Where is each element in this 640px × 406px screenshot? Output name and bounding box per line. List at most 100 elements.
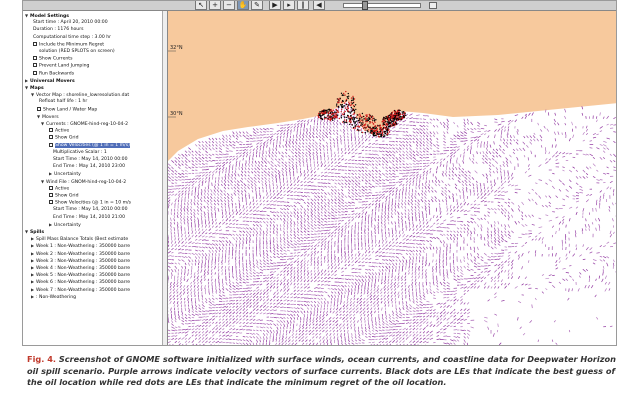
panel-row[interactable]: ▶ Week 7 : Non-Weathering : 350000 barre: [31, 287, 130, 293]
panel-row[interactable]: ▼ Currents : GNOME-hind-reg-10-04-2: [41, 121, 128, 127]
panel-row[interactable]: ▼ Movers: [37, 114, 59, 120]
slider-thumb[interactable]: [362, 1, 368, 10]
checkbox[interactable]: [49, 193, 53, 197]
velocity-vector: [184, 272, 186, 276]
panel-row[interactable]: ▶ Spill Mass Balance Totals (Best estimat…: [31, 236, 128, 242]
velocity-vector: [445, 166, 448, 171]
checkbox[interactable]: [49, 135, 53, 140]
arrow-tool-icon[interactable]: ↖: [195, 1, 207, 10]
panel-row[interactable]: Run Backwards: [33, 70, 74, 77]
panel-row: Multiplicative Scalar : 1: [53, 150, 107, 156]
panel-row[interactable]: ▶ Week 5 : Non-Weathering : 350000 barre: [31, 272, 130, 278]
velocity-vector: [344, 144, 346, 148]
velocity-vector: [367, 231, 369, 235]
zoom-in-icon[interactable]: +: [209, 1, 221, 10]
zoom-out-icon[interactable]: −: [223, 1, 235, 10]
velocity-vector: [168, 191, 172, 193]
panel-section[interactable]: ▶ Universal Movers: [25, 78, 75, 84]
checkbox[interactable]: [49, 200, 53, 205]
panel-row[interactable]: ▶ Week 1 : Non-Weathering : 350000 barre: [31, 243, 130, 249]
checkbox[interactable]: [49, 128, 53, 133]
velocity-vector: [405, 220, 407, 225]
map-view[interactable]: 32°N 30°N: [168, 11, 616, 345]
panel-row[interactable]: Show Grid: [49, 135, 79, 141]
velocity-vector: [426, 156, 429, 159]
pause-icon[interactable]: ‖: [297, 1, 309, 10]
velocity-vector: [269, 230, 271, 233]
panel-scrollbar[interactable]: [162, 11, 167, 345]
panel-row[interactable]: Include the Minimum Regret: [33, 41, 105, 48]
checkbox[interactable]: [33, 56, 37, 61]
run-icon[interactable]: ▶: [269, 1, 281, 10]
time-slider[interactable]: [343, 1, 421, 10]
velocity-vector: [187, 224, 189, 228]
velocity-vector: [341, 253, 343, 257]
checkbox[interactable]: [37, 106, 41, 111]
panel-row[interactable]: ▶ Week 4 : Non-Weathering : 350000 barre: [31, 265, 130, 271]
velocity-vector: [375, 150, 378, 152]
velocity-vector: [188, 231, 190, 235]
panel-row[interactable]: ▶ Week 2 : Non-Weathering : 350000 barre: [31, 251, 130, 257]
velocity-vector: [242, 146, 246, 148]
checkbox[interactable]: [33, 41, 37, 46]
panel-row[interactable]: ▶ Uncertainty: [49, 222, 81, 228]
step-icon[interactable]: ▸: [283, 1, 295, 10]
panel-row-label: Universal Movers: [30, 78, 75, 84]
rewind-icon[interactable]: ◀: [313, 1, 325, 10]
panel-row-label: Start time : April 20, 2010 00:00: [33, 20, 108, 26]
panel-row[interactable]: Prevent Land Jumping: [33, 63, 89, 69]
panel-row[interactable]: ▶: Non-Weathering: [31, 294, 76, 300]
panel-row-label: Show Velocities (@ 1 in = 1 m/s): [55, 143, 130, 149]
velocity-vector: [276, 233, 278, 237]
panel-row-label: Include the Minimum Regret: [39, 42, 105, 48]
velocity-vector: [378, 147, 382, 149]
checkbox[interactable]: [49, 142, 53, 147]
velocity-vector: [368, 197, 372, 200]
panel-section[interactable]: ▼ Maps: [25, 85, 44, 91]
panel-row[interactable]: Show Land / Water Map: [37, 106, 97, 113]
velocity-vector: [435, 269, 437, 273]
panel-row[interactable]: ▶ Uncertainty: [49, 171, 81, 177]
velocity-vector: [487, 259, 491, 261]
slider-end-icon[interactable]: [429, 2, 437, 9]
velocity-vector: [384, 208, 386, 212]
measure-tool-icon[interactable]: ✎: [251, 1, 263, 10]
panel-row[interactable]: ▼ Wind File : GNOM-hind-reg-10-04-2: [41, 179, 126, 185]
panel-row[interactable]: ▶ Week 3 : Non-Weathering : 350000 barre: [31, 258, 130, 264]
velocity-vector: [221, 272, 223, 276]
checkbox[interactable]: [49, 185, 53, 190]
panel-row[interactable]: Show Currents: [33, 56, 73, 62]
panel-row[interactable]: Show Velocities (@ 1 in = 10 m/s: [49, 200, 131, 206]
velocity-vector: [279, 182, 282, 187]
velocity-vector: [231, 256, 233, 260]
velocity-vector: [494, 197, 499, 200]
panel-row-label: Week 2 : Non-Weathering : 350000 barre: [36, 251, 131, 257]
checkbox[interactable]: [33, 70, 37, 75]
velocity-vector: [365, 149, 368, 152]
panel-section[interactable]: ▼ Spills: [25, 229, 44, 235]
checkbox[interactable]: [33, 63, 37, 68]
panel-row: Start Time : May 14, 2010 00:00: [53, 157, 128, 163]
panel-row-label: Active: [55, 186, 70, 192]
panel-row: Start Time : May 14, 2010 00:00: [53, 207, 128, 213]
panel-row[interactable]: Active: [49, 185, 70, 192]
hand-tool-icon[interactable]: ✋: [237, 1, 249, 10]
velocity-vector: [269, 265, 274, 267]
velocity-vector: [184, 252, 188, 255]
panel-row-label: Vector Map : shoreline_lowresolution.dat: [36, 93, 130, 99]
velocity-vector: [450, 290, 454, 292]
velocity-vector: [490, 261, 494, 264]
velocity-vector: [368, 214, 370, 219]
panel-row[interactable]: Show Velocities (@ 1 in = 1 m/s): [49, 142, 130, 149]
panel-row[interactable]: Active: [49, 128, 69, 134]
panel-row[interactable]: ▼ Vector Map : shoreline_lowresolution.da…: [31, 92, 129, 98]
panel-row[interactable]: Show Grid: [49, 193, 79, 199]
panel-section[interactable]: ▼ Model Settings: [25, 13, 69, 19]
velocity-vector: [241, 163, 244, 167]
velocity-vector: [280, 261, 284, 264]
velocity-vector: [470, 214, 474, 216]
velocity-vector: [190, 269, 193, 273]
velocity-vector: [388, 228, 390, 231]
panel-row[interactable]: ▶ Week 6 : Non-Weathering : 350000 barre: [31, 279, 130, 285]
velocity-vector: [201, 259, 203, 264]
